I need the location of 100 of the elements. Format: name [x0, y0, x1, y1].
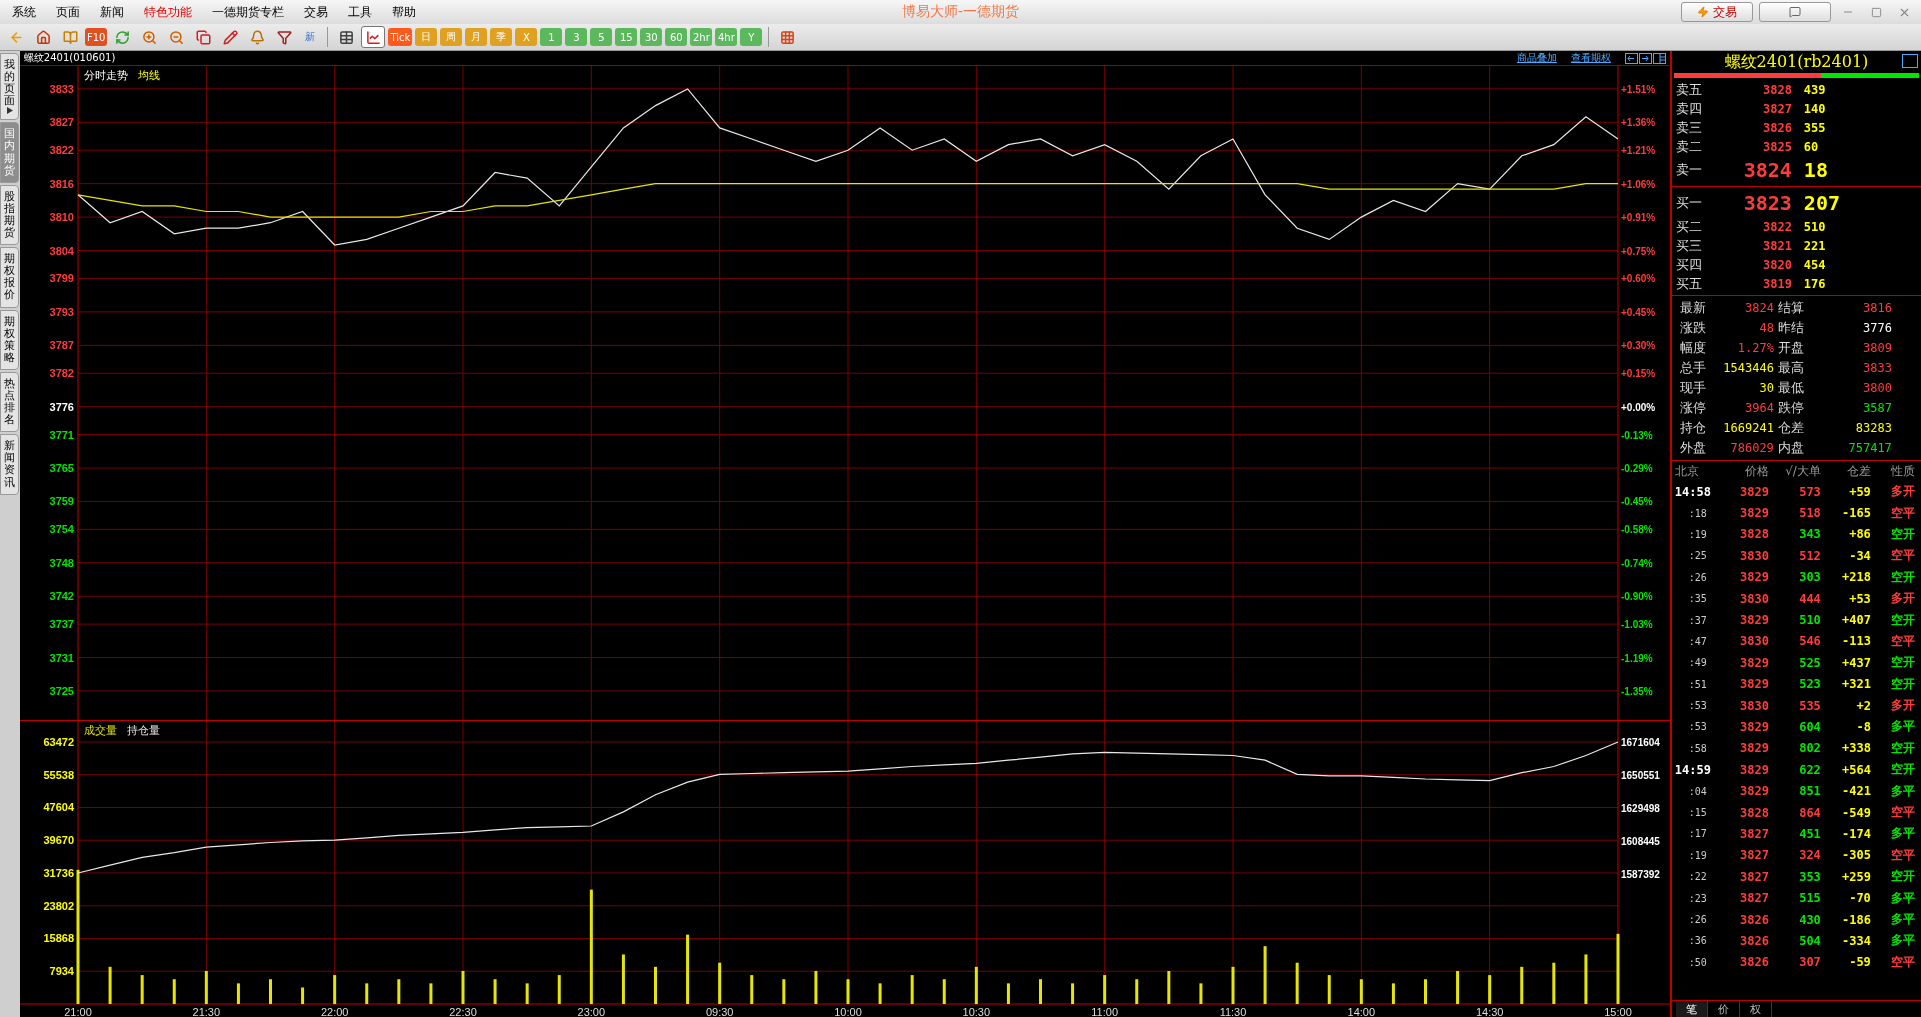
chat-button[interactable] [1759, 2, 1831, 22]
header-link[interactable]: 商品叠加 [1516, 51, 1557, 65]
tick-volume: 307 [1798, 955, 1821, 970]
axis-label: +1.21% [1620, 145, 1656, 157]
layout-icon[interactable] [1652, 52, 1666, 64]
axis-label: 39670 [43, 834, 74, 847]
tick-price: 3827 [1738, 891, 1769, 906]
axis-label: 55538 [43, 768, 74, 781]
axis-label: +1.36% [1620, 117, 1656, 129]
tick-change: -421 [1840, 784, 1871, 799]
tick-time: 14:58 [1674, 484, 1712, 499]
volume-bar [333, 975, 337, 1004]
tick-price: 3826 [1738, 933, 1769, 948]
stat-value: 48 [1758, 320, 1774, 337]
volume-bar [140, 975, 144, 1004]
symbol-label: 螺纹2401(010601) [23, 51, 117, 65]
tick-volume: 604 [1798, 720, 1821, 734]
tick-time: :37 [1687, 614, 1708, 626]
volume-bar [653, 966, 657, 1004]
tick-nature: 空开 [1889, 868, 1915, 886]
tick-time: :53 [1687, 721, 1708, 733]
axis-label: 3765 [49, 462, 74, 474]
tick-time: :22 [1687, 871, 1708, 883]
arrow-icon[interactable] [1638, 52, 1652, 64]
panel-tab[interactable]: 笔 [1675, 1001, 1708, 1017]
axis-label: 3731 [49, 651, 74, 664]
side-tab[interactable]: 我的页面 [0, 53, 19, 121]
axis-label: 3810 [49, 211, 74, 224]
tick-change: +2 [1855, 698, 1871, 713]
stat-label: 开盘 [1776, 339, 1805, 357]
quote-label: 买一 [1675, 194, 1703, 212]
tick-change: +53 [1848, 591, 1871, 606]
quote-volume: 207 [1802, 191, 1841, 215]
menu-item[interactable]: 特色功能 [138, 3, 206, 21]
tick-volume: 303 [1798, 570, 1821, 585]
stat-value: 3809 [1861, 340, 1892, 357]
side-tab[interactable]: 期权策略 [0, 309, 19, 370]
tick-change: +59 [1848, 484, 1871, 499]
f10-button[interactable]: F10 [85, 28, 108, 46]
axis-label: 23:00 [577, 1006, 605, 1017]
tick-price: 3829 [1738, 484, 1769, 499]
stat-label: 仓差 [1776, 419, 1805, 437]
axis-label: 3793 [49, 305, 74, 318]
axis-label: 1671604 [1620, 737, 1660, 748]
tick-nature: 多平 [1889, 932, 1915, 950]
tick-volume: 523 [1798, 677, 1821, 692]
menu-item[interactable]: 页面 [50, 3, 94, 21]
menu-item[interactable]: 一德期货专栏 [206, 3, 298, 21]
caret-icon [6, 107, 13, 115]
menu-item[interactable]: 交易 [298, 3, 342, 21]
arrow-icon[interactable] [1624, 52, 1638, 64]
volume-bar [1327, 975, 1331, 1004]
legend-label: 持仓量 [126, 723, 160, 738]
chart-icon[interactable] [361, 26, 386, 48]
quote-label: 卖二 [1675, 137, 1703, 156]
side-tab[interactable]: 期权报价 [0, 247, 19, 308]
trade-button[interactable]: 交易 [1681, 2, 1753, 22]
side-tab[interactable]: 国内期货 [0, 122, 19, 183]
axis-label: 3742 [49, 590, 74, 603]
menu-item[interactable]: 工具 [342, 3, 386, 21]
volume-bar [429, 983, 433, 1004]
volume-bar [1552, 962, 1556, 1004]
period-button[interactable]: Tick [388, 28, 413, 46]
column-header: 北京 [1674, 462, 1700, 480]
volume-bar [172, 979, 176, 1004]
quote-volume: 355 [1802, 120, 1827, 135]
quote-label: 卖一 [1675, 161, 1703, 179]
new-button[interactable]: 新 [299, 28, 322, 46]
side-tab[interactable]: 热点排名 [0, 371, 19, 433]
menu-item[interactable]: 系统 [6, 3, 50, 21]
axis-label: +0.45% [1620, 306, 1656, 318]
axis-label: +0.60% [1620, 273, 1656, 285]
maximize-button[interactable] [1902, 54, 1918, 68]
side-tab[interactable]: 新闻资讯 [0, 434, 19, 495]
header-link[interactable]: 查看期权 [1570, 51, 1611, 65]
quote-label: 卖五 [1675, 80, 1703, 99]
stat-value: 1.27% [1736, 340, 1774, 357]
menu-item[interactable]: 帮助 [386, 3, 430, 21]
tick-change: +218 [1840, 570, 1871, 585]
tick-change: -165 [1840, 506, 1871, 521]
volume-bar [204, 970, 208, 1004]
tick-change: +86 [1848, 527, 1871, 542]
axis-label: 3816 [49, 177, 74, 190]
menu-item[interactable]: 新闻 [94, 3, 138, 21]
axis-label: -1.35% [1620, 686, 1653, 697]
quote-volume: 221 [1802, 238, 1827, 253]
axis-label: +0.15% [1620, 368, 1656, 380]
volume-bar [1263, 946, 1267, 1004]
tick-nature: 多平 [1889, 782, 1915, 800]
side-tab[interactable]: 股指期货 [0, 184, 19, 246]
tick-time: :17 [1687, 828, 1708, 840]
quote-price: 3827 [1761, 101, 1792, 116]
volume-bar [557, 975, 561, 1004]
axis-label: 3822 [49, 144, 74, 157]
volume-bar [1135, 979, 1139, 1004]
volume-bar [974, 966, 978, 1004]
tick-volume: 353 [1798, 869, 1821, 884]
volume-bar [493, 979, 497, 1004]
stat-label: 持仓 [1678, 419, 1707, 437]
tick-time: :35 [1687, 593, 1708, 605]
